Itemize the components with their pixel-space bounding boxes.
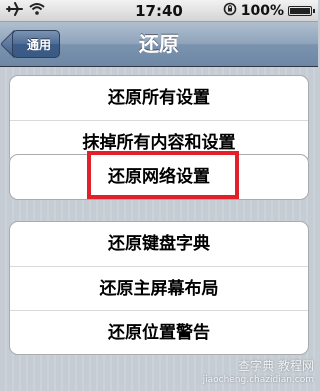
status-bar: 17:40 100% — [0, 0, 318, 22]
back-button-label: 通用 — [26, 37, 51, 52]
highlight-box — [87, 151, 239, 199]
reset-keyboard-dictionary-button[interactable]: 还原键盘字典 — [10, 222, 308, 266]
watermark-url: jiaocheng.chazidian.com — [202, 375, 314, 385]
watermark: 查字典 教程网 jiaocheng.chazidian.com — [203, 359, 314, 387]
battery-percent: 100% — [240, 2, 284, 19]
nav-bar: 通用 还原 — [0, 22, 318, 67]
battery-icon — [288, 5, 315, 16]
reset-location-warnings-button[interactable]: 还原位置警告 — [10, 310, 308, 354]
rotation-lock-icon — [223, 2, 237, 20]
watermark-title: 查字典 教程网 — [238, 359, 314, 373]
reset-group-3: 还原键盘字典 还原主屏幕布局 还原位置警告 — [9, 221, 309, 355]
reset-all-settings-button[interactable]: 还原所有设置 — [10, 76, 308, 120]
reset-home-screen-layout-button[interactable]: 还原主屏幕布局 — [10, 266, 308, 310]
back-button[interactable]: 通用 — [12, 30, 60, 58]
